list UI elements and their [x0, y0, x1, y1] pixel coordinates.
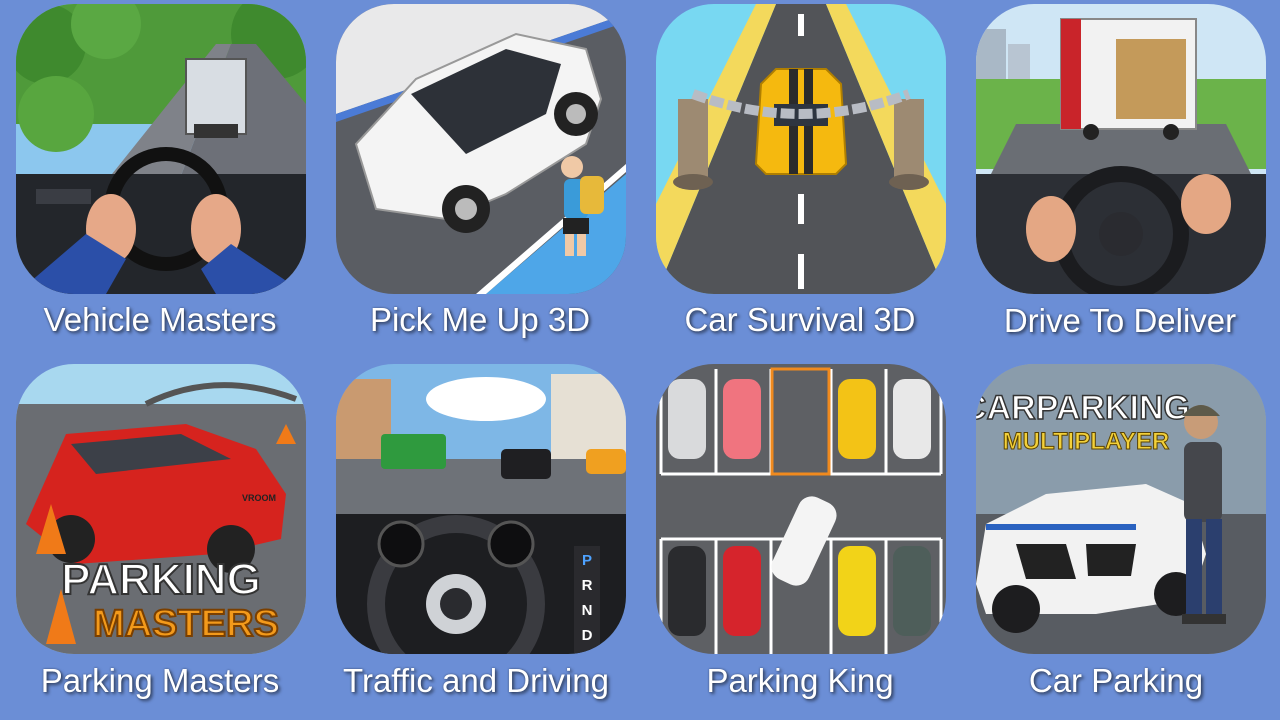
vehicle-masters-label[interactable]: Vehicle Masters — [0, 300, 320, 340]
multiplayer-title-text: MULTIPLAYER — [1003, 428, 1170, 455]
gear-n-text: N — [582, 602, 593, 619]
car-survival-3d-label[interactable]: Car Survival 3D — [640, 300, 960, 340]
pick-me-up-3d-label[interactable]: Pick Me Up 3D — [320, 300, 640, 340]
parking-title-text: PARKING — [61, 555, 261, 604]
drive-to-deliver-icon[interactable] — [976, 4, 1266, 294]
parking-king-icon[interactable] — [656, 364, 946, 654]
car-parking-icon[interactable]: CARPARKING MULTIPLAYER — [976, 364, 1266, 654]
game-grid: Vehicle Masters Pick Me Up 3D Car Surviv… — [0, 0, 1280, 720]
gear-p-text: P — [582, 552, 592, 569]
gear-r-text: R — [582, 577, 593, 594]
masters-title-text: MASTERS — [93, 603, 279, 645]
pick-me-up-3d-icon[interactable] — [336, 4, 626, 294]
gear-d-text: D — [582, 627, 593, 644]
car-parking-label[interactable]: Car Parking — [956, 661, 1276, 701]
car-survival-3d-icon[interactable] — [656, 4, 946, 294]
vehicle-masters-icon[interactable] — [16, 4, 306, 294]
parking-king-label[interactable]: Parking King — [640, 661, 960, 701]
parking-masters-label[interactable]: Parking Masters — [0, 661, 320, 701]
traffic-and-driving-label[interactable]: Traffic and Driving — [316, 661, 636, 701]
carparking-title-text: CARPARKING — [976, 389, 1190, 427]
traffic-and-driving-icon[interactable]: P R N D — [336, 364, 626, 654]
drive-to-deliver-label[interactable]: Drive To Deliver — [960, 301, 1280, 341]
vroom-plate-text: VROOM — [242, 493, 276, 503]
parking-masters-icon[interactable]: PARKING MASTERS VROOM — [16, 364, 306, 654]
